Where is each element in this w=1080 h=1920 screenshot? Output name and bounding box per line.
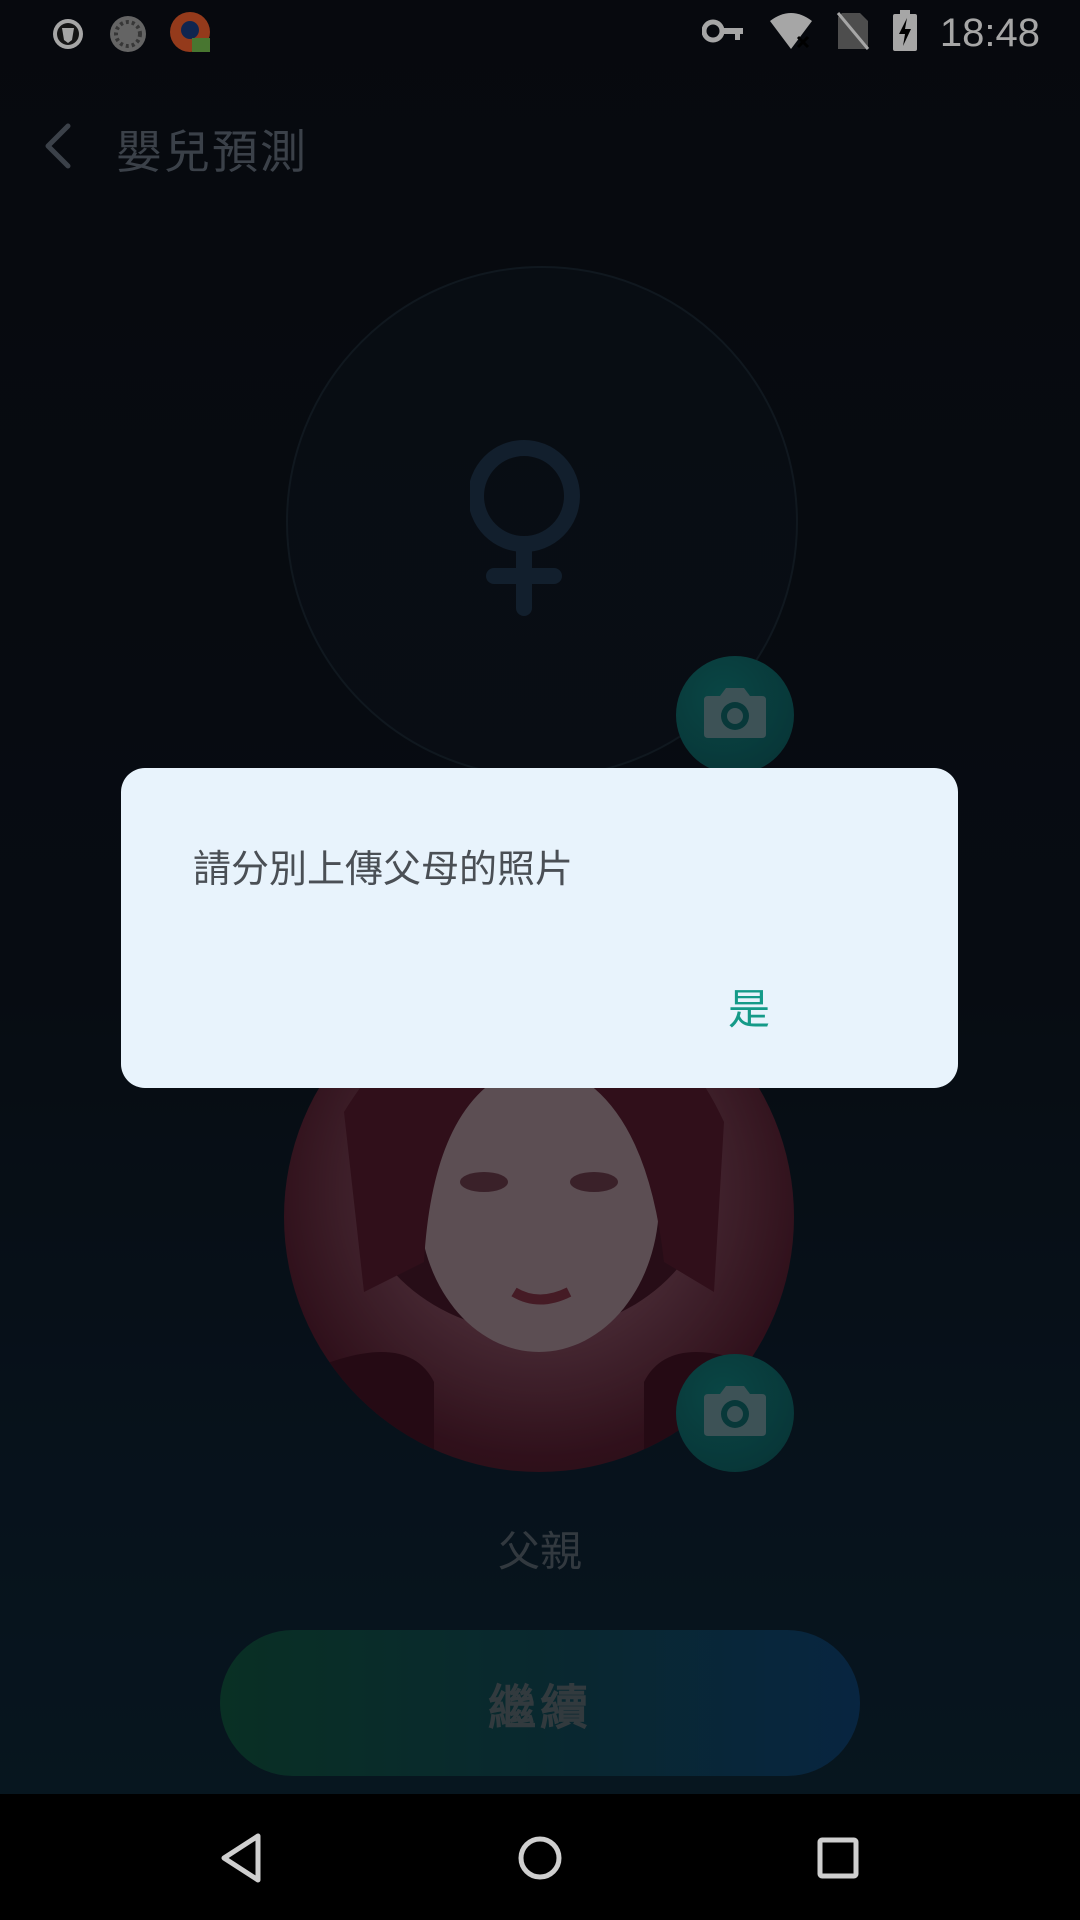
home-circle-icon [518,1836,562,1880]
back-triangle-icon [221,1833,261,1883]
recents-square-icon [817,1837,859,1879]
dialog-message: 請分別上傳父母的照片 [193,847,574,891]
nav-recents-button[interactable] [806,1826,870,1890]
dialog-ok-button[interactable]: 是 [728,976,770,1037]
nav-back-button[interactable] [210,1826,274,1890]
nav-home-button[interactable] [508,1826,572,1890]
navigation-bar [0,1794,1080,1920]
alert-dialog: 請分別上傳父母的照片 是 [121,768,958,1088]
